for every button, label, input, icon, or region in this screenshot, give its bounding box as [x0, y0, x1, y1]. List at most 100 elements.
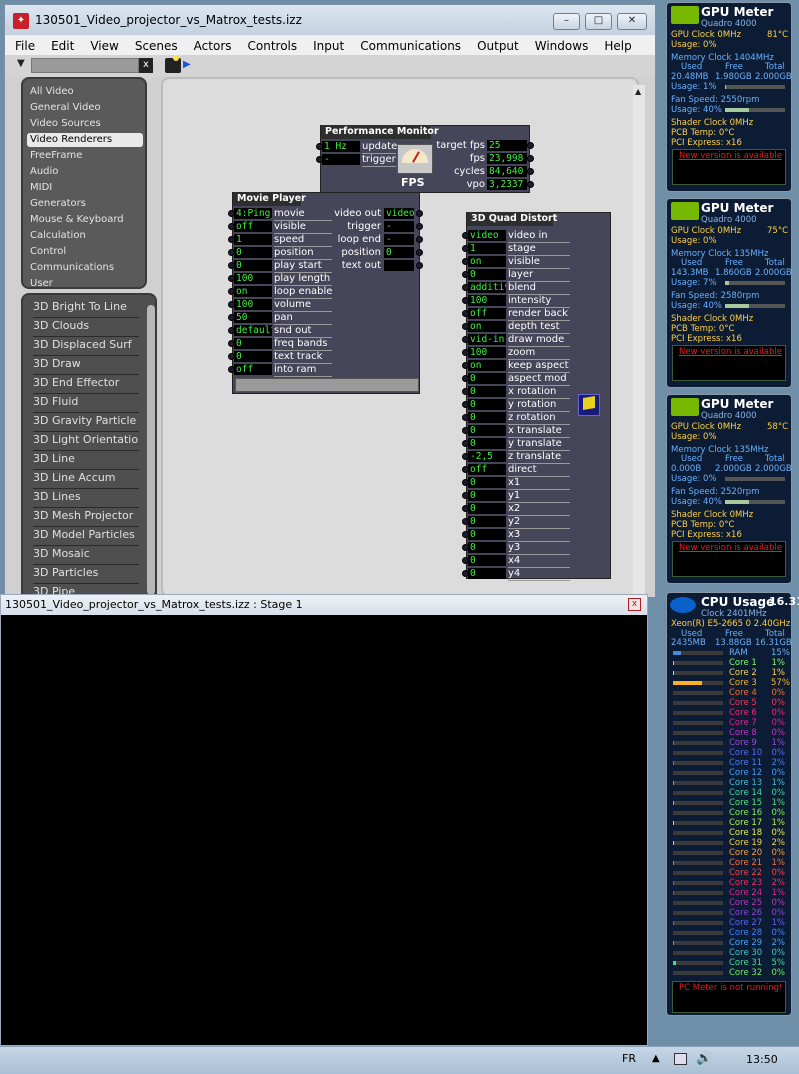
output-port[interactable] [416, 210, 423, 217]
input-value[interactable]: 0 [468, 399, 506, 410]
3d-quad-distort-module[interactable]: 3D Quad Distort video video in 1 stage on vis… [462, 212, 611, 581]
output-value[interactable]: 3,2337 [487, 179, 527, 190]
actor-item[interactable]: 3D Line [33, 451, 139, 470]
performance-monitor-module[interactable]: Performance Monitor FPS 1 Hz update - trigg… [316, 125, 534, 193]
movie-player-module[interactable]: Movie Player 4:Ping_movieoffvisible1spee… [228, 192, 423, 394]
menu-scenes[interactable]: Scenes [125, 37, 184, 53]
category-item[interactable]: User [27, 277, 143, 291]
menu-windows[interactable]: Windows [525, 37, 595, 53]
actor-item[interactable]: 3D Mosaic [33, 546, 139, 565]
menu-communications[interactable]: Communications [350, 37, 467, 53]
menu-output[interactable]: Output [467, 37, 525, 53]
input-value[interactable]: on [468, 256, 506, 267]
input-value[interactable]: off [234, 364, 272, 375]
close-button[interactable]: ✕ [617, 13, 647, 30]
update-notice[interactable]: New version is available [679, 151, 782, 161]
update-notice[interactable]: New version is available [679, 543, 782, 553]
menu-actors[interactable]: Actors [184, 37, 238, 53]
input-value[interactable]: 0 [234, 260, 272, 271]
input-value[interactable]: 4:Ping_ [234, 208, 272, 219]
actor-item[interactable]: 3D End Effector [33, 375, 139, 394]
network-icon[interactable] [674, 1053, 687, 1065]
input-value[interactable]: on [234, 286, 272, 297]
menu-view[interactable]: View [80, 37, 124, 53]
category-item[interactable]: Control [27, 245, 143, 259]
menu-input[interactable]: Input [303, 37, 350, 53]
menu-help[interactable]: Help [594, 37, 637, 53]
actor-item[interactable]: 3D Draw [33, 356, 139, 375]
input-value[interactable]: -2,5 [468, 451, 506, 462]
input-value[interactable]: 100 [234, 299, 272, 310]
output-value[interactable] [384, 260, 414, 271]
maximize-button[interactable]: □ [585, 13, 612, 30]
input-value[interactable]: on [468, 321, 506, 332]
input-value[interactable]: 0 [468, 412, 506, 423]
tray-chevron-icon[interactable]: ▲ [652, 1053, 660, 1064]
output-port[interactable] [527, 181, 534, 188]
category-item[interactable]: Video Sources [27, 117, 143, 131]
input-value[interactable]: video [468, 230, 506, 241]
minimize-button[interactable]: – [553, 13, 580, 30]
scroll-up-icon[interactable]: ▲ [635, 87, 641, 96]
input-value[interactable]: 0 [468, 555, 506, 566]
search-input[interactable] [31, 58, 139, 73]
actor-item[interactable]: 3D Model Particles [33, 527, 139, 546]
input-value[interactable]: 100 [468, 347, 506, 358]
output-value[interactable]: video [384, 208, 414, 219]
output-value[interactable]: 0 [384, 247, 414, 258]
input-value[interactable]: 100 [468, 295, 506, 306]
title-bar[interactable]: ✦ 130501_Video_projector_vs_Matrox_tests… [5, 5, 655, 35]
actor-item[interactable]: 3D Line Accum [33, 470, 139, 489]
output-port[interactable] [527, 142, 534, 149]
input-value[interactable]: additive [468, 282, 506, 293]
input-value[interactable]: - [322, 154, 360, 165]
category-item[interactable]: Audio [27, 165, 143, 179]
category-item[interactable]: Calculation [27, 229, 143, 243]
input-value[interactable]: off [234, 221, 272, 232]
input-value[interactable]: 1 [468, 243, 506, 254]
input-value[interactable]: default [234, 325, 272, 336]
actor-item[interactable]: 3D Displaced Surf [33, 337, 139, 356]
category-item[interactable]: FreeFrame [27, 149, 143, 163]
stage-close-button[interactable]: x [628, 598, 641, 611]
input-value[interactable]: 0 [468, 477, 506, 488]
actor-item[interactable]: 3D Clouds [33, 318, 139, 337]
output-port[interactable] [416, 223, 423, 230]
input-value[interactable]: 0 [468, 373, 506, 384]
stage-window[interactable]: 130501_Video_projector_vs_Matrox_tests.i… [0, 594, 648, 1046]
input-value[interactable]: 0 [468, 386, 506, 397]
chevron-down-icon[interactable]: ▼ [17, 58, 27, 72]
input-value[interactable]: 0 [468, 490, 506, 501]
input-value[interactable]: vid-in [468, 334, 506, 345]
output-port[interactable] [416, 262, 423, 269]
input-value[interactable]: 0 [234, 338, 272, 349]
input-value[interactable]: on [468, 360, 506, 371]
clock[interactable]: 13:50 [746, 1053, 778, 1066]
input-value[interactable]: 0 [468, 542, 506, 553]
input-value[interactable]: 0 [468, 516, 506, 527]
output-value[interactable]: 84,640 [487, 166, 527, 177]
input-value[interactable]: 0 [234, 351, 272, 362]
actor-list-scrollbar[interactable] [147, 305, 155, 595]
patch-scrollbar[interactable]: ▲ [633, 85, 645, 597]
input-value[interactable]: 0 [468, 438, 506, 449]
menu-file[interactable]: File [5, 37, 41, 53]
camera-icon[interactable] [165, 55, 181, 73]
output-value[interactable]: - [384, 234, 414, 245]
actor-item[interactable]: 3D Mesh Projector [33, 508, 139, 527]
output-value[interactable]: 25 [487, 140, 527, 151]
category-item[interactable]: Video Renderers [27, 133, 143, 147]
output-port[interactable] [527, 155, 534, 162]
output-port[interactable] [416, 249, 423, 256]
input-value[interactable]: 1 [234, 234, 272, 245]
category-item[interactable]: MIDI [27, 181, 143, 195]
update-notice[interactable]: New version is available [679, 347, 782, 357]
output-value[interactable]: - [384, 221, 414, 232]
input-value[interactable]: 0 [234, 247, 272, 258]
play-arrow-icon[interactable]: ▶ [183, 59, 191, 70]
category-item[interactable]: Generators [27, 197, 143, 211]
category-item[interactable]: Mouse & Keyboard [27, 213, 143, 227]
input-value[interactable]: off [468, 308, 506, 319]
category-item[interactable]: General Video [27, 101, 143, 115]
input-value[interactable]: 0 [468, 503, 506, 514]
